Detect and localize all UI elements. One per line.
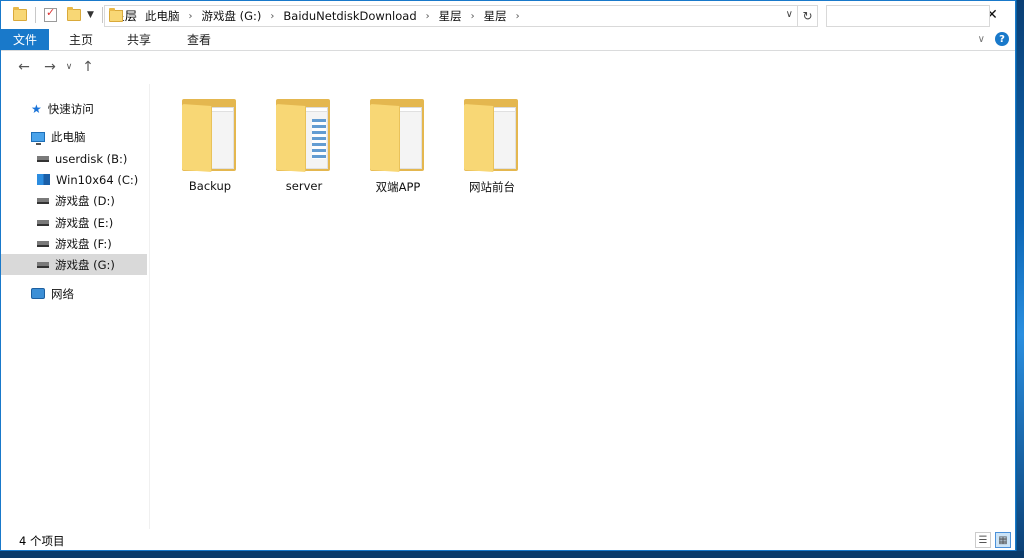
status-bar: 4 个项目 ☰ ▦ xyxy=(1,530,1015,550)
nav-drive-e[interactable]: 游戏盘 (E:) xyxy=(1,212,147,233)
explorer-window: ▼ 星层 — ☐ ✕ 文件 主页 共享 查看 ∨ ? ← → ∨ ↑ › 此电脑… xyxy=(0,0,1016,551)
folder-item[interactable]: Backup xyxy=(165,96,255,196)
recent-locations-icon[interactable]: ∨ xyxy=(61,62,77,72)
nav-quick-access[interactable]: ★ 快速访问 xyxy=(1,98,147,119)
folder-icon xyxy=(109,8,123,22)
nav-label: 快速访问 xyxy=(47,101,94,116)
folder-name: server xyxy=(285,179,323,193)
nav-drive-d[interactable]: 游戏盘 (D:) xyxy=(1,190,147,211)
nav-drive-f[interactable]: 游戏盘 (F:) xyxy=(1,233,147,254)
nav-network[interactable]: 网络 xyxy=(1,283,147,304)
search-input[interactable] xyxy=(826,5,990,27)
address-bar[interactable]: › 此电脑 › 游戏盘 (G:) › BaiduNetdiskDownload … xyxy=(104,5,798,27)
ribbon-tabs: 文件 主页 共享 查看 ∨ ? xyxy=(1,29,1015,51)
breadcrumb-this-pc[interactable]: 此电脑 xyxy=(145,8,180,24)
breadcrumb-baidu[interactable]: BaiduNetdiskDownload xyxy=(283,9,416,23)
large-icons-view-icon[interactable]: ▦ xyxy=(995,532,1011,548)
windows-drive-icon xyxy=(37,174,50,185)
folder-icon xyxy=(368,99,428,173)
folder-item[interactable]: 双端APP xyxy=(353,96,443,196)
nav-drive-c[interactable]: Win10x64 (C:) xyxy=(1,169,147,190)
drive-icon xyxy=(37,240,49,247)
nav-label: 游戏盘 (G:) xyxy=(55,257,115,272)
vertical-scrollbar[interactable] xyxy=(998,84,1015,529)
chevron-right-icon[interactable]: › xyxy=(270,11,274,22)
ribbon-right: ∨ ? xyxy=(978,32,1009,46)
help-icon[interactable]: ? xyxy=(995,32,1009,46)
properties-icon[interactable] xyxy=(44,6,57,22)
nav-label: userdisk (B:) xyxy=(55,151,128,166)
navigation-pane: ★ 快速访问 此电脑 userdisk (B:) Win10x64 (C:) 游… xyxy=(1,84,148,529)
customize-toolbar-icon[interactable]: ▼ xyxy=(87,10,94,20)
tab-home[interactable]: 主页 xyxy=(49,29,105,50)
navigation-bar: ← → ∨ ↑ xyxy=(1,52,1015,82)
item-count: 4 个项目 xyxy=(19,534,65,548)
quick-access-toolbar: ▼ xyxy=(1,6,107,23)
chevron-right-icon[interactable]: › xyxy=(133,11,137,22)
taskbar-edge xyxy=(0,551,1024,558)
tab-view[interactable]: 查看 xyxy=(163,29,223,50)
folder-icon xyxy=(180,99,240,173)
nav-drive-g[interactable]: 游戏盘 (G:) xyxy=(1,254,147,275)
folder-icon xyxy=(462,99,522,173)
nav-this-pc[interactable]: 此电脑 xyxy=(1,126,147,147)
nav-drive-b[interactable]: userdisk (B:) xyxy=(1,148,147,169)
drive-icon xyxy=(37,261,49,268)
nav-label: 网络 xyxy=(51,286,74,301)
chevron-right-icon[interactable]: › xyxy=(426,11,430,22)
back-arrow-icon[interactable]: ← xyxy=(13,59,35,75)
breadcrumb-drive-g[interactable]: 游戏盘 (G:) xyxy=(202,8,262,24)
folder-item[interactable]: 网站前台 xyxy=(447,96,537,196)
view-toggle: ☰ ▦ xyxy=(975,532,1011,548)
breadcrumb-xingceng-2[interactable]: 星层 xyxy=(484,8,507,24)
divider xyxy=(101,7,103,23)
nav-label: 游戏盘 (F:) xyxy=(55,236,112,251)
chevron-right-icon[interactable]: › xyxy=(516,11,520,22)
desktop-background xyxy=(1017,0,1024,558)
nav-label: 游戏盘 (E:) xyxy=(55,215,114,230)
drive-icon xyxy=(37,197,49,204)
tab-file[interactable]: 文件 xyxy=(1,29,49,50)
new-folder-icon[interactable] xyxy=(67,7,81,21)
nav-label: Win10x64 (C:) xyxy=(56,172,139,187)
tab-share[interactable]: 共享 xyxy=(105,29,163,50)
drive-icon xyxy=(37,155,49,162)
star-icon: ★ xyxy=(31,101,42,116)
nav-label: 游戏盘 (D:) xyxy=(55,193,115,208)
file-list: Backup server 双端APP 网站前台 xyxy=(151,84,981,529)
folder-item[interactable]: server xyxy=(259,96,349,196)
address-dropdown-icon[interactable]: ∨ xyxy=(786,9,793,20)
forward-arrow-icon[interactable]: → xyxy=(39,59,61,75)
drive-icon xyxy=(37,219,49,226)
breadcrumb-xingceng-1[interactable]: 星层 xyxy=(439,8,462,24)
expand-ribbon-icon[interactable]: ∨ xyxy=(978,34,985,45)
chevron-right-icon[interactable]: › xyxy=(189,11,193,22)
folder-icon xyxy=(274,99,334,173)
network-icon xyxy=(31,288,45,299)
folder-name: 网站前台 xyxy=(469,180,515,194)
refresh-icon[interactable]: ↻ xyxy=(798,5,818,27)
chevron-right-icon[interactable]: › xyxy=(471,11,475,22)
folder-name: 双端APP xyxy=(375,180,421,194)
up-arrow-icon[interactable]: ↑ xyxy=(77,59,99,75)
computer-icon xyxy=(31,131,45,145)
details-view-icon[interactable]: ☰ xyxy=(975,532,991,548)
nav-label: 此电脑 xyxy=(51,129,86,144)
pane-divider[interactable] xyxy=(149,84,150,529)
divider xyxy=(35,7,36,23)
folder-icon xyxy=(13,7,27,21)
folder-name: Backup xyxy=(188,179,232,193)
